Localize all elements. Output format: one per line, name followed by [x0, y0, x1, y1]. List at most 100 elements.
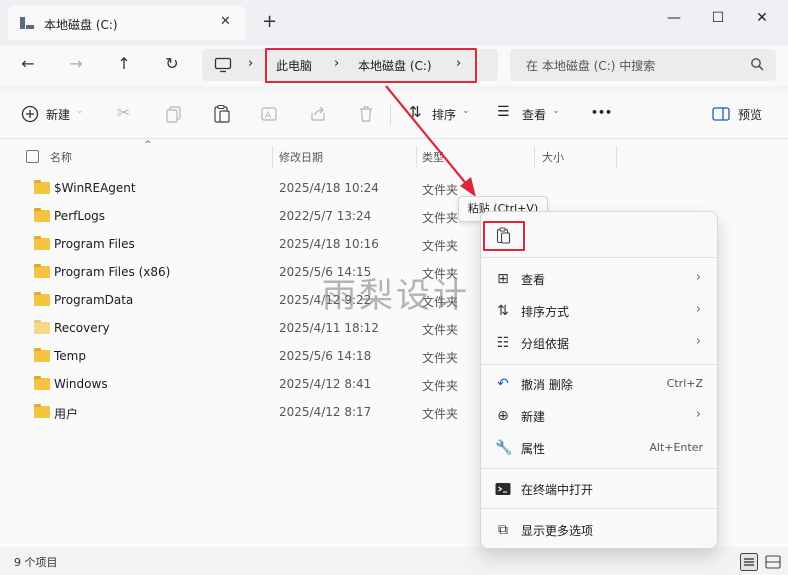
preview-button[interactable]: 预览 [738, 106, 762, 123]
delete-icon[interactable] [356, 104, 376, 124]
table-row[interactable]: Temp 2025/5/6 14:18 文件夹 [0, 343, 480, 371]
undo-icon: ↶ [497, 376, 509, 392]
file-date: 2025/5/6 14:18 [279, 349, 372, 363]
menu-item-label: 在终端中打开 [521, 483, 594, 497]
paste-icon[interactable] [495, 227, 513, 245]
svg-text:A: A [265, 111, 272, 121]
breadcrumb-this-pc[interactable]: 此电脑 [276, 57, 312, 74]
search-input[interactable]: 在 本地磁盘 (C:) 中搜索 [526, 57, 655, 74]
up-button[interactable]: ↑ [111, 52, 137, 76]
select-all-checkbox[interactable] [26, 150, 39, 163]
terminal-icon [495, 483, 511, 495]
menu-item-group-by[interactable]: ☷ 分组依据 › [481, 329, 717, 357]
search-icon [751, 58, 764, 71]
column-header-date[interactable]: 修改日期 [279, 149, 323, 165]
sort-icon: ⇅ [497, 303, 509, 319]
share-icon[interactable] [308, 104, 328, 124]
close-tab-icon[interactable]: ✕ [220, 14, 231, 29]
menu-item-shortcut: Alt+Enter [649, 441, 703, 454]
menu-item-show-more-options[interactable]: ⧉ 显示更多选项 [481, 516, 717, 544]
menu-divider [481, 508, 717, 509]
chevron-right-icon: › [695, 334, 701, 349]
folder-icon [34, 376, 50, 390]
close-window-button[interactable]: ✕ [742, 6, 782, 30]
file-type: 文件夹 [422, 379, 459, 393]
menu-item-label: 排序方式 [521, 305, 570, 319]
file-name: Recovery [54, 321, 110, 335]
menu-divider [481, 257, 717, 258]
folder-icon [34, 404, 50, 418]
annotation-arrow [385, 85, 476, 197]
tab-title: 本地磁盘 (C:) [44, 18, 118, 32]
forward-button[interactable]: → [63, 52, 89, 76]
chevron-down-icon: ⌄ [552, 106, 560, 116]
context-menu: ⊞ 查看 › ⇅ 排序方式 › ☷ 分组依据 › ↶ 撤消 删除 Ctrl+Z … [480, 211, 718, 549]
folder-icon [34, 348, 50, 362]
paste-icon[interactable] [212, 104, 232, 124]
details-view-icon[interactable] [740, 553, 758, 571]
folder-icon [34, 208, 50, 222]
view-button[interactable]: 查看 [522, 106, 546, 123]
minimize-button[interactable]: — [654, 6, 694, 30]
column-header-size[interactable]: 大小 [542, 149, 564, 165]
file-type: 文件夹 [422, 239, 459, 253]
file-date: 2025/4/11 18:12 [279, 321, 379, 335]
copy-icon[interactable] [164, 104, 184, 124]
menu-item-label: 撤消 删除 [521, 378, 573, 392]
tab-local-disk[interactable]: 本地磁盘 (C:) ✕ [8, 6, 246, 40]
menu-item-label: 属性 [521, 442, 546, 456]
table-row[interactable]: 用户 2025/4/12 8:17 文件夹 [0, 399, 480, 427]
rename-icon[interactable]: A [260, 104, 280, 124]
file-date: 2025/4/12 8:17 [279, 405, 372, 419]
file-name: $WinREAgent [54, 181, 136, 195]
folder-icon [34, 292, 50, 306]
more-options-button[interactable]: ••• [591, 106, 612, 119]
column-header-name[interactable]: 名称 [50, 149, 72, 165]
file-name: Program Files (x86) [54, 265, 171, 279]
file-name: ProgramData [54, 293, 134, 307]
column-divider[interactable] [534, 146, 535, 168]
new-tab-button[interactable]: + [262, 12, 277, 32]
breadcrumb-separator: › [248, 56, 254, 71]
drive-icon [20, 17, 34, 29]
file-name: 用户 [54, 407, 79, 421]
table-row[interactable]: Windows 2025/4/12 8:41 文件夹 [0, 371, 480, 399]
menu-item-undo-delete[interactable]: ↶ 撤消 删除 Ctrl+Z [481, 370, 717, 398]
menu-item-label: 分组依据 [521, 337, 570, 351]
menu-item-open-in-terminal[interactable]: 在终端中打开 [481, 475, 717, 503]
file-type: 文件夹 [422, 351, 459, 365]
breadcrumb-separator: › [334, 56, 340, 71]
breadcrumb-local-disk[interactable]: 本地磁盘 (C:) [358, 57, 432, 74]
file-date: 2022/5/7 13:24 [279, 209, 372, 223]
maximize-button[interactable]: ☐ [698, 6, 738, 30]
file-name: Temp [54, 349, 86, 363]
menu-item-sort-by[interactable]: ⇅ 排序方式 › [481, 297, 717, 325]
breadcrumb-separator[interactable]: › [456, 56, 461, 71]
menu-item-view[interactable]: ⊞ 查看 › [481, 265, 717, 293]
menu-item-properties[interactable]: 🔧 属性 Alt+Enter [481, 434, 717, 462]
column-divider[interactable] [616, 146, 617, 168]
new-icon: ⊕ [497, 408, 509, 424]
chevron-right-icon: › [695, 302, 701, 317]
file-type: 文件夹 [422, 407, 459, 421]
table-row[interactable]: Recovery 2025/4/11 18:12 文件夹 [0, 315, 480, 343]
tiles-view-icon[interactable] [764, 553, 782, 571]
preview-pane-icon [712, 107, 730, 121]
new-button[interactable]: 新建 [46, 106, 70, 123]
table-row[interactable]: Program Files 2025/4/18 10:16 文件夹 [0, 231, 480, 259]
menu-item-new[interactable]: ⊕ 新建 › [481, 402, 717, 430]
column-divider[interactable] [272, 146, 273, 168]
file-name: PerfLogs [54, 209, 106, 223]
monitor-icon [214, 57, 232, 73]
back-button[interactable]: ← [15, 52, 41, 76]
menu-divider [481, 364, 717, 365]
file-type: 文件夹 [422, 211, 459, 225]
cut-icon[interactable]: ✂ [117, 103, 130, 122]
watermark-text: 雨梨设计 [322, 276, 470, 316]
folder-icon [34, 264, 50, 278]
grid-icon: ⊞ [497, 271, 509, 287]
refresh-button[interactable]: ↻ [159, 52, 185, 76]
menu-item-label: 显示更多选项 [521, 524, 594, 538]
menu-divider [481, 468, 717, 469]
sort-ascending-icon: ^ [144, 140, 152, 150]
